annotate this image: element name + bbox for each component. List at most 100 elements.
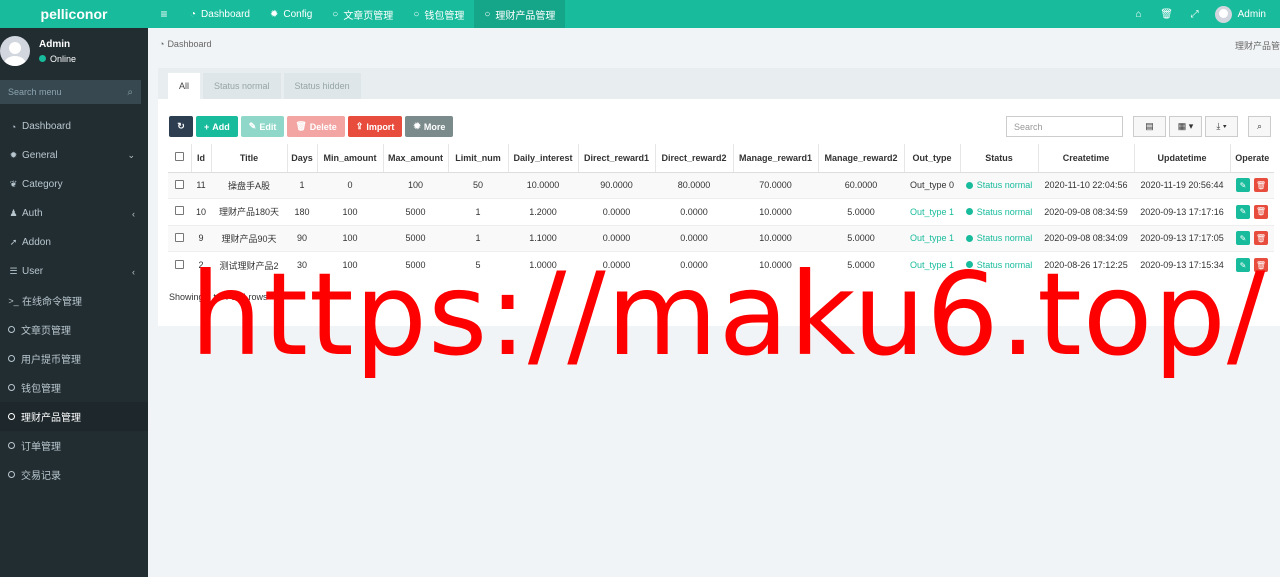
sidebar-item-transactions[interactable]: 交易记录 xyxy=(0,460,148,489)
row-checkbox[interactable] xyxy=(175,179,184,189)
sidebar-item-user[interactable]: ☰ User ‹ xyxy=(0,257,148,286)
column-header[interactable]: Status xyxy=(959,144,1038,173)
status-cell: Status normal xyxy=(960,198,1038,225)
breadcrumb-current: 理财产品管 xyxy=(1234,41,1280,51)
column-header[interactable]: Min_amount xyxy=(316,144,383,173)
column-header[interactable]: Out_type xyxy=(903,144,960,173)
column-header[interactable]: Createtime xyxy=(1037,144,1134,173)
tab-all[interactable]: All xyxy=(168,73,201,99)
table-row[interactable]: 11 操盘手A股 1 0 100 50 10.0000 90.0000 80.0000 70.00… xyxy=(168,171,1274,199)
advanced-search-button[interactable]: ⌕ xyxy=(1248,116,1271,137)
circle-icon: ○ xyxy=(332,8,339,20)
table-cell: 2020-11-10 22:04:56 xyxy=(1038,171,1134,199)
add-button[interactable]: + Add xyxy=(196,116,238,137)
top-navbar: pelliconor ≡ ◔ Dashboard ✹ Config ○ 文章页管理 ○… xyxy=(0,0,1280,28)
table-cell: 100 xyxy=(317,198,383,225)
column-header[interactable]: Limit_num xyxy=(447,144,508,173)
nav-tab-finance-products[interactable]: ○ 理财产品管理 xyxy=(474,0,566,28)
upload-icon: ⇪ xyxy=(355,121,364,131)
column-header[interactable]: Daily_interest xyxy=(507,144,578,173)
pencil-icon: ✎ xyxy=(1239,233,1247,243)
breadcrumb-item[interactable]: Dashboard xyxy=(167,39,211,49)
column-header[interactable]: Updatetime xyxy=(1133,144,1230,173)
operate-cell: ✎ 🗑 xyxy=(1230,198,1274,225)
search-menu-input[interactable] xyxy=(8,87,118,97)
column-header[interactable]: Title xyxy=(210,144,287,173)
status-label: Status normal xyxy=(976,180,1033,190)
sidebar-item-finance-products[interactable]: 理财产品管理 xyxy=(0,402,148,431)
column-header[interactable]: Id xyxy=(190,144,211,173)
status-cell: Status normal xyxy=(960,171,1038,199)
delete-row-button[interactable]: 🗑 xyxy=(1254,231,1268,246)
nav-tab-article[interactable]: ○ 文章页管理 xyxy=(322,0,403,28)
row-checkbox[interactable] xyxy=(175,232,184,242)
sidebar-item-general[interactable]: ✹ General ⌄ xyxy=(0,141,148,170)
circle-icon xyxy=(8,442,15,449)
sidebar-item-article[interactable]: 文章页管理 xyxy=(0,315,148,344)
top-right-tools: ⌂ 🗑 ⤢ Admin xyxy=(1125,0,1280,28)
sidebar-item-wallet[interactable]: 钱包管理 xyxy=(0,373,148,402)
circle-icon xyxy=(8,413,15,420)
column-header[interactable]: Max_amount xyxy=(382,144,448,173)
tab-status-normal[interactable]: Status normal xyxy=(203,73,281,99)
dashboard-icon: ◔ xyxy=(10,121,17,132)
home-icon[interactable]: ⌂ xyxy=(1125,0,1153,28)
columns-button[interactable]: ▦ ▾ xyxy=(1169,116,1202,137)
row-select-cell xyxy=(168,251,191,278)
table-row[interactable]: 10 理财产品180天 180 100 5000 1 1.2000 0.0000 0.0000 1… xyxy=(168,198,1274,225)
status-badge: Status normal xyxy=(965,233,1033,243)
edit-row-button[interactable]: ✎ xyxy=(1236,204,1250,219)
sidebar-item-command[interactable]: >_ 在线命令管理 xyxy=(0,286,148,315)
table-search-input[interactable] xyxy=(1006,116,1123,137)
app-logo[interactable]: pelliconor xyxy=(0,0,148,28)
trash-icon[interactable]: 🗑 xyxy=(1153,0,1181,28)
refresh-button[interactable]: ↻ xyxy=(169,116,193,137)
table-cell: 2020-11-19 20:56:44 xyxy=(1134,171,1230,199)
column-header[interactable]: Days xyxy=(286,144,317,173)
delete-button[interactable]: 🗑 Delete xyxy=(287,116,345,137)
sidebar-item-withdraw[interactable]: 用户提币管理 xyxy=(0,344,148,373)
status-label: Status normal xyxy=(976,233,1033,243)
delete-row-button[interactable]: 🗑 xyxy=(1254,204,1268,219)
toggle-view-button[interactable]: ▤ xyxy=(1133,116,1166,137)
edit-row-button[interactable]: ✎ xyxy=(1236,178,1250,193)
table-cell: 11 xyxy=(191,171,211,199)
search-icon[interactable]: ⌕ xyxy=(127,87,133,98)
cogs-icon: ✹ xyxy=(9,150,18,160)
column-header[interactable]: Manage_reward1 xyxy=(732,144,818,173)
export-button[interactable]: ⤓ ▾ xyxy=(1205,116,1238,137)
cog-icon: ✹ xyxy=(413,121,421,131)
pencil-icon: ✎ xyxy=(248,121,257,131)
user-menu[interactable]: Admin xyxy=(1209,5,1280,23)
nav-tab-dashboard[interactable]: ◔ Dashboard xyxy=(180,0,260,28)
edit-row-button[interactable]: ✎ xyxy=(1236,231,1250,246)
sidebar-item-auth[interactable]: ♟ Auth ‹ xyxy=(0,199,148,228)
button-label: Add xyxy=(212,121,230,132)
import-button[interactable]: ⇪ Import xyxy=(347,116,403,137)
table-cell: 操盘手A股 xyxy=(211,171,287,199)
row-checkbox[interactable] xyxy=(175,206,184,216)
nav-tab-label: Dashboard xyxy=(201,8,250,20)
sidebar-item-category[interactable]: ❦ Category xyxy=(0,170,148,199)
nav-tab-config[interactable]: ✹ Config xyxy=(260,0,322,28)
nav-tab-wallet[interactable]: ○ 钱包管理 xyxy=(403,0,474,28)
gear-icon: ✹ xyxy=(269,8,279,20)
fullscreen-icon[interactable]: ⤢ xyxy=(1181,0,1209,28)
status-dot-icon xyxy=(965,181,973,189)
column-header[interactable]: Direct_reward1 xyxy=(577,144,655,173)
row-checkbox[interactable] xyxy=(175,259,184,269)
tab-status-hidden[interactable]: Status hidden xyxy=(283,73,361,99)
sidebar-item-addon[interactable]: ➚ Addon xyxy=(0,228,148,257)
avatar xyxy=(0,36,30,66)
column-header[interactable]: Manage_reward2 xyxy=(817,144,904,173)
out-type-label: Out_type 0 xyxy=(909,180,955,191)
sidebar-item-orders[interactable]: 订单管理 xyxy=(0,431,148,460)
sidebar-item-dashboard[interactable]: ◔ Dashboard xyxy=(0,112,148,141)
select-all-checkbox[interactable] xyxy=(174,152,184,162)
edit-button[interactable]: ✎ Edit xyxy=(240,116,285,137)
more-button[interactable]: ✹ More xyxy=(405,116,454,137)
delete-row-button[interactable]: 🗑 xyxy=(1254,178,1268,193)
hamburger-icon: ≡ xyxy=(160,7,168,21)
sidebar-toggle-button[interactable]: ≡ xyxy=(148,0,180,28)
column-header[interactable]: Direct_reward2 xyxy=(654,144,733,173)
